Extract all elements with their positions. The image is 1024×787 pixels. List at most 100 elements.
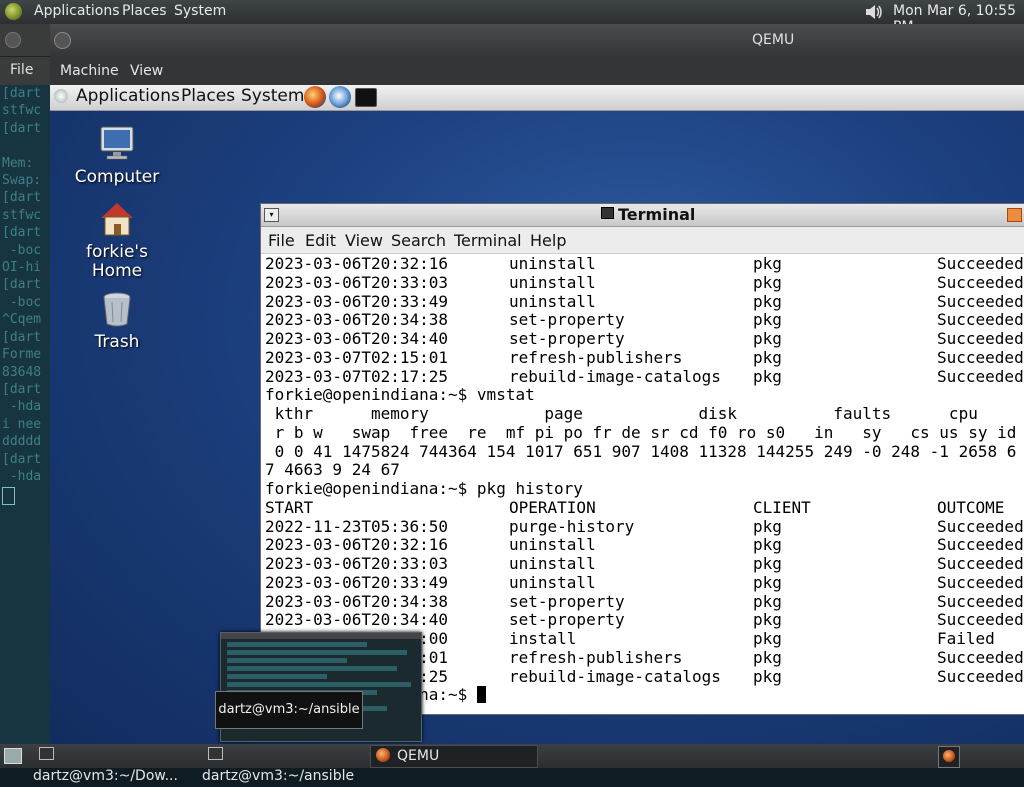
history-outcome-cell: Succeeded: [937, 366, 1024, 386]
terminal-line: Swap:: [2, 173, 42, 189]
terminal-line: OI-hi: [2, 260, 42, 276]
desktop-icon-computer[interactable]: Computer: [62, 125, 172, 187]
qemu-menu-machine[interactable]: Machine: [60, 63, 119, 79]
terminal-icon: [601, 207, 614, 219]
terminal-line: ^Cqem: [2, 312, 42, 328]
history-operation-cell: uninstall: [509, 291, 596, 311]
history-row: 2023-03-06T20:32:16 uninstall pkg Succeeded: [265, 255, 1024, 274]
terminal-launcher-icon[interactable]: [355, 88, 377, 107]
terminal-line: ddddd: [2, 434, 42, 450]
history-client-cell: pkg: [753, 291, 782, 311]
history-client-cell: pkg: [753, 572, 782, 592]
close-button[interactable]: [1007, 208, 1022, 222]
terminal-line: -hda: [2, 399, 42, 415]
history-operation-cell: set-property: [509, 610, 625, 630]
window-menu-icon[interactable]: [5, 32, 21, 48]
history-start-cell: START: [265, 497, 314, 517]
background-terminal-menu-file[interactable]: File: [0, 57, 50, 85]
terminal-cursor: [2, 487, 15, 506]
vmstat-line: 0 0 41 1475824 744364 154 1017 651 907 1…: [265, 441, 1017, 461]
gnome-foot-icon[interactable]: [5, 3, 22, 20]
window-menu-button[interactable]: ▾: [264, 208, 279, 222]
qemu-tray-icon[interactable]: [938, 746, 960, 768]
history-row: 2023-03-06T20:34:38 set-property pkg Succee…: [265, 591, 1024, 612]
terminal-line: [dart: [2, 381, 42, 397]
history-client-cell: pkg: [753, 666, 782, 686]
task-label: dartz@vm3:~/ansible: [202, 768, 355, 784]
history-operation-cell: purge-history: [509, 516, 635, 536]
desktop-icon-label: Home: [91, 261, 143, 281]
history-start-cell: 2023-03-06T20:33:03: [265, 554, 449, 573]
guest-display[interactable]: Applications Places System Computer fork…: [50, 85, 1024, 744]
show-desktop-icon[interactable]: [4, 748, 22, 764]
terminal-line: [dart: [2, 329, 42, 345]
history-operation-cell: rebuild-image-catalogs: [509, 366, 721, 386]
history-client-cell: pkg: [753, 310, 782, 330]
qemu-menu-view[interactable]: View: [130, 63, 163, 79]
history-start-cell: 2023-03-06T20:33:03: [265, 272, 449, 292]
terminal-line: stfwc: [2, 207, 42, 223]
history-outcome-cell: Succeeded: [937, 647, 1024, 667]
history-row: 2023-03-06T20:32:16 uninstall pkg Succeeded: [265, 535, 1024, 555]
host-bottom-panel: dartz@vm3:~/Dow... dartz@vm3:~/ansible Q…: [0, 744, 1024, 784]
terminal-icon: [39, 747, 54, 760]
taskbar-task-ansible[interactable]: dartz@vm3:~/ansible: [202, 745, 368, 784]
history-client-cell: pkg: [753, 366, 782, 386]
host-menu-applications[interactable]: Applications: [34, 3, 120, 19]
qemu-titlebar[interactable]: QEMU: [50, 24, 1024, 56]
history-outcome-cell: Succeeded: [937, 347, 1024, 367]
terminal-icon: [208, 747, 223, 760]
firefox-icon[interactable]: [304, 86, 326, 108]
history-row: 2023-03-06T20:33:03 uninstall pkg Succeeded: [265, 554, 1024, 574]
history-outcome-cell: OUTCOME: [937, 497, 1005, 517]
terminal-menu-search[interactable]: Search: [391, 231, 446, 250]
background-terminal-window[interactable]: File [dart stfwc [dart Mem: Swap: [dart stfwc…: [0, 24, 50, 744]
history-outcome-cell: Succeeded: [937, 329, 1024, 348]
desktop-icon-trash[interactable]: Trash: [62, 290, 172, 352]
terminal-menu-view[interactable]: View: [345, 231, 383, 250]
history-outcome-cell: Succeeded: [937, 591, 1024, 611]
host-menu-places[interactable]: Places: [122, 3, 167, 19]
volume-icon[interactable]: [864, 3, 884, 21]
history-row: 2023-03-06T20:34:38 set-property pkg Succee…: [265, 310, 1024, 330]
taskbar-task-downloads[interactable]: dartz@vm3:~/Dow...: [33, 745, 199, 784]
history-row: 2023-03-06T20:33:49 uninstall pkg Succeeded: [265, 291, 1024, 312]
window-menu-icon[interactable]: [54, 32, 71, 49]
window-title-text: Terminal: [618, 205, 696, 224]
guest-menu-places[interactable]: Places: [181, 86, 235, 106]
guest-terminal-title: Terminal: [601, 205, 695, 224]
prompt-line: forkie@openindiana:~$ pkg history: [265, 479, 583, 498]
terminal-cursor: [476, 686, 486, 704]
history-client-cell: pkg: [753, 647, 782, 667]
history-client-cell: pkg: [753, 535, 782, 555]
host-menu-system[interactable]: System: [174, 3, 226, 19]
guest-menu-system[interactable]: System: [241, 86, 304, 106]
guest-foot-icon[interactable]: [54, 89, 68, 103]
history-outcome-cell: Succeeded: [937, 666, 1024, 686]
background-terminal-titlebar[interactable]: [0, 24, 50, 57]
terminal-menu-help[interactable]: Help: [530, 231, 566, 250]
terminal-line: Mem:: [2, 155, 34, 171]
taskbar-task-qemu[interactable]: QEMU: [370, 745, 538, 768]
terminal-menu-edit[interactable]: Edit: [305, 231, 336, 250]
history-row: 2023-03-07T02:15:01 refresh-publishers pkg…: [265, 347, 1024, 368]
history-client-cell: pkg: [753, 629, 782, 648]
history-operation-cell: set-property: [509, 329, 625, 348]
terminal-line: Forme: [2, 347, 42, 363]
guest-terminal-titlebar[interactable]: ▾ Terminal: [261, 204, 1024, 227]
guest-menu-applications[interactable]: Applications: [76, 86, 180, 106]
terminal-menu-terminal[interactable]: Terminal: [454, 231, 522, 250]
terminal-menu-file[interactable]: File: [268, 231, 295, 250]
trash-icon: [103, 292, 131, 327]
terminal-line: [dart: [2, 277, 42, 293]
history-outcome-cell: Succeeded: [937, 535, 1024, 555]
history-client-cell: pkg: [753, 610, 782, 630]
desktop-icon-home[interactable]: forkie's Home: [62, 200, 172, 281]
prompt-line: forkie@openindiana:~$ vmstat: [265, 385, 535, 405]
thunderbird-icon[interactable]: [329, 86, 351, 108]
history-start-cell: 2023-03-06T20:33:49: [265, 291, 449, 311]
history-start-cell: 2023-03-07T02:15:01: [265, 347, 449, 367]
history-start-cell: 2022-11-23T05:36:50: [265, 516, 449, 536]
history-start-cell: 2023-03-06T20:33:49: [265, 572, 449, 592]
